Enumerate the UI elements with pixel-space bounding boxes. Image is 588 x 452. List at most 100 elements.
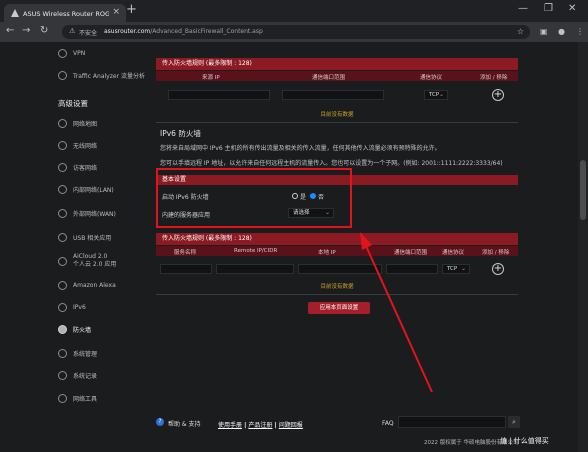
sidebar-item-usb[interactable]: USB 相关应用 — [58, 228, 152, 246]
sidebar-item-ipv6[interactable]: IPv6 — [58, 298, 152, 316]
column-add-remove: 添加 / 移除 — [482, 250, 510, 256]
protocol-value: TCP — [447, 266, 458, 272]
system-log-icon — [58, 370, 67, 380]
new-tab-button[interactable]: + — [126, 2, 137, 17]
back-icon[interactable]: ← — [6, 25, 14, 36]
close-window-icon[interactable]: ✕ — [568, 3, 576, 14]
lan-icon — [58, 184, 67, 194]
protocol-value: TCP — [429, 92, 440, 98]
url-path: /Advanced_BasicFirewall_Content.asp — [150, 28, 263, 35]
divider — [156, 294, 518, 295]
ipv6-description-2: 您可以手填远程 IP 地址，以允许来自任何远程主机的流量传入。您也可以设置为一个… — [160, 160, 503, 167]
sidebar-item-administration[interactable]: 系统管理 — [58, 344, 152, 362]
menu-icon[interactable]: ⋮ — [576, 27, 584, 36]
asus-favicon-icon — [11, 9, 19, 17]
sidebar-item-network-map[interactable]: 网络地图 — [58, 114, 152, 132]
column-source-ip: 来源 IP — [202, 75, 220, 81]
bookmark-star-icon[interactable]: ☆ — [517, 27, 524, 36]
wireless-icon — [58, 140, 67, 150]
divider — [156, 122, 518, 123]
column-local-ip: 本地 IP — [318, 250, 336, 256]
search-icon[interactable]: ⌕ — [508, 416, 520, 428]
address-bar[interactable]: ⚠ 不安全 asusrouter.com/Advanced_BasicFirew… — [62, 25, 530, 39]
manual-link[interactable]: 使用手册 — [218, 422, 242, 429]
network-map-icon — [58, 118, 67, 128]
sidebar-item-alexa[interactable]: Amazon Alexa — [58, 276, 152, 294]
sidebar-item-lan[interactable]: 内部网络(LAN) — [58, 180, 152, 198]
aicloud-icon — [58, 256, 67, 266]
chevron-down-icon: ⌄ — [438, 91, 444, 98]
ipv4-add-rule-button[interactable]: + — [492, 89, 504, 101]
help-support-label: 帮助 & 支持 — [168, 421, 201, 428]
watermark: 值 | 什么值得买 — [500, 437, 549, 445]
sidebar-item-label: VPN — [73, 49, 86, 57]
insecure-label: 不安全 — [79, 30, 98, 37]
sidebar-item-label: 访客网络 — [73, 164, 98, 172]
footer-links: 使用手册 | 产品注册 | 问题回报 — [218, 420, 303, 429]
sidebar-item-network-tools[interactable]: 网络工具 — [58, 389, 152, 407]
scrollbar-thumb[interactable] — [580, 160, 586, 220]
sidebar-item-label-group: AiCloud 2.0 个人云 2.0 应用 — [73, 253, 116, 269]
wan-icon — [58, 208, 67, 218]
ipv6-add-rule-button[interactable]: + — [492, 263, 504, 275]
ipv6-icon — [58, 302, 67, 312]
tab-title: ASUS Wireless Router ROG网 — [23, 10, 109, 18]
ipv6-description-1: 您将来自局域网中 IPv6 主机的所有传出流量及相关的传入流量，任何其他传入流量… — [160, 145, 441, 152]
advanced-settings-heading: 高级设置 — [58, 99, 88, 108]
ipv6-remote-ip-input[interactable] — [216, 264, 294, 274]
ipv6-local-ip-input[interactable] — [298, 264, 382, 274]
ipv6-port-range-input[interactable] — [386, 264, 438, 274]
column-add-remove: 添加 / 移除 — [480, 75, 508, 81]
ipv6-service-name-input[interactable] — [160, 264, 212, 274]
ipv4-port-range-input[interactable] — [282, 90, 384, 100]
sidebar-item-traffic-analyzer[interactable]: Traffic Analyzer 流量分析 — [58, 66, 152, 84]
minimize-icon[interactable]: — — [518, 3, 528, 14]
sidebar-item-label: 系统管理 — [73, 350, 98, 358]
browser-toolbar: ← → ↻ ⚠ 不安全 asusrouter.com/Advanced_Basi… — [0, 22, 588, 42]
reload-icon[interactable]: ↻ — [40, 25, 48, 36]
sidebar-item-label: IPv6 — [73, 303, 86, 311]
ipv6-protocol-select[interactable]: TCP ⌄ — [442, 264, 470, 274]
sidebar-item-system-log[interactable]: 系统记录 — [58, 366, 152, 384]
tab-close-icon[interactable]: × — [112, 7, 120, 17]
apply-settings-button[interactable]: 应用本页面设置 — [308, 302, 370, 314]
sidepanel-icon[interactable]: ▣ — [540, 27, 548, 36]
warning-icon[interactable]: ⚠ — [69, 27, 75, 35]
sidebar-item-label: 网络工具 — [73, 395, 98, 403]
sidebar-item-label: 系统记录 — [73, 372, 98, 380]
page-scrollbar[interactable] — [578, 42, 588, 452]
admin-icon — [58, 348, 67, 358]
sidebar-item-wireless[interactable]: 无线网络 — [58, 136, 152, 154]
column-service-name: 服务名称 — [174, 250, 197, 256]
sidebar-item-guest-network[interactable]: 访客网络 — [58, 158, 152, 176]
ipv4-column-headers: 来源 IP 通信端口范围 通信协议 添加 / 移除 — [156, 71, 518, 81]
forward-icon[interactable]: → — [22, 25, 30, 36]
ipv6-firewall-title: IPv6 防火墙 — [160, 129, 201, 138]
ipv6-no-data: 目前没有数据 — [320, 284, 354, 290]
browser-tab[interactable]: ASUS Wireless Router ROG网 × — [4, 4, 126, 22]
ipv4-protocol-select[interactable]: TCP ⌄ — [424, 90, 448, 100]
sidebar-item-sublabel: 个人云 2.0 应用 — [73, 261, 117, 268]
ipv4-no-data: 目前没有数据 — [320, 112, 354, 118]
feedback-link[interactable]: 问题回报 — [279, 422, 303, 429]
profile-icon[interactable]: ● — [558, 27, 565, 36]
url-text: asusrouter.com/Advanced_BasicFirewall_Co… — [104, 28, 263, 35]
sidebar-item-label: AiCloud 2.0 — [73, 253, 108, 260]
ipv6-column-headers: 服务名称 Remote IP/CIDR 本地 IP 通信端口范围 通信协议 添加… — [156, 246, 518, 256]
ipv4-source-ip-input[interactable] — [168, 90, 270, 100]
registration-link[interactable]: 产品注册 — [248, 422, 272, 429]
sidebar-item-label: 内部网络(LAN) — [73, 186, 114, 194]
sidebar-item-label: Traffic Analyzer 流量分析 — [73, 72, 145, 80]
traffic-analyzer-icon — [58, 70, 67, 80]
sidebar-item-aicloud[interactable]: AiCloud 2.0 个人云 2.0 应用 — [58, 250, 152, 272]
sidebar-item-vpn[interactable]: VPN — [58, 44, 152, 62]
sidebar-item-firewall[interactable]: 防火墙 — [58, 320, 152, 338]
chevron-down-icon: ⌄ — [460, 265, 466, 272]
sidebar-item-label: 网络地图 — [73, 120, 98, 128]
router-page: VPN Traffic Analyzer 流量分析 高级设置 网络地图 无线网络… — [0, 42, 588, 452]
sidebar-item-label: 防火墙 — [73, 326, 92, 334]
sidebar-item-wan[interactable]: 外部网络(WAN) — [58, 204, 152, 222]
column-protocol: 通信协议 — [442, 250, 465, 256]
faq-search-input[interactable] — [398, 416, 506, 428]
restore-icon[interactable]: ❐ — [544, 3, 553, 14]
